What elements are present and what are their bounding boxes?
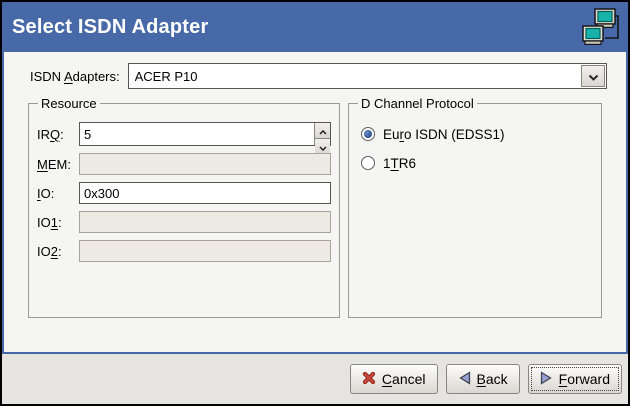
page-title: Select ISDN Adapter (12, 16, 580, 39)
back-computer (595, 9, 615, 27)
cancel-button-label: Cancel (382, 371, 426, 387)
adapter-row: ISDN Adapters: (30, 63, 607, 89)
chevron-up-icon (319, 123, 327, 138)
io1-label: IO1: (37, 215, 79, 230)
red-x-icon (362, 371, 376, 388)
radio-selected-icon (361, 127, 375, 141)
io1-row: IO1: (37, 211, 331, 233)
radio-euro-isdn-label: Euro ISDN (EDSS1) (383, 127, 505, 142)
dialog-content: ISDN Adapters: Resource IRQ: (2, 52, 628, 354)
chevron-down-icon (588, 69, 599, 84)
mem-input (79, 153, 331, 175)
isdn-adapter-value[interactable] (129, 64, 580, 88)
mem-row: MEM: (37, 153, 331, 175)
irq-spin-up-button[interactable] (315, 123, 330, 139)
front-computer (583, 26, 603, 44)
mem-label: MEM: (37, 157, 79, 172)
resource-fieldset: Resource IRQ: MEM: I (28, 96, 340, 318)
isdn-adapter-combobox[interactable] (128, 63, 607, 89)
right-arrow-icon (540, 371, 553, 388)
left-arrow-icon (458, 371, 471, 388)
forward-button-label: Forward (559, 371, 610, 387)
radio-unselected-icon (361, 156, 375, 170)
cancel-button[interactable]: Cancel (350, 364, 438, 394)
irq-row: IRQ: (37, 122, 331, 146)
irq-spin-buttons (314, 123, 330, 145)
radio-euro-isdn[interactable]: Euro ISDN (EDSS1) (361, 124, 593, 144)
irq-label: IRQ: (37, 127, 79, 142)
back-button-label: Back (477, 371, 508, 387)
chevron-down-icon (319, 139, 327, 154)
d-channel-protocol-fieldset: D Channel Protocol Euro ISDN (EDSS1) 1TR… (348, 96, 602, 318)
radio-1tr6-label: 1TR6 (383, 156, 416, 171)
fieldset-columns: Resource IRQ: MEM: I (28, 96, 602, 318)
combobox-dropdown-button[interactable] (581, 65, 605, 87)
io2-row: IO2: (37, 240, 331, 262)
resource-legend: Resource (38, 96, 100, 111)
io2-input (79, 240, 331, 262)
radio-1tr6[interactable]: 1TR6 (361, 153, 593, 173)
select-isdn-adapter-dialog: Select ISDN Adapter ISDN Adapters: (0, 0, 630, 406)
io-row: IO: (37, 182, 331, 204)
io1-input (79, 211, 331, 233)
irq-spin-down-button[interactable] (315, 139, 330, 154)
irq-spinner[interactable] (79, 122, 331, 146)
network-computers-icon (580, 6, 622, 48)
isdn-adapters-label: ISDN Adapters: (30, 69, 120, 84)
back-button[interactable]: Back (446, 364, 520, 394)
forward-button[interactable]: Forward (528, 364, 622, 394)
io2-label: IO2: (37, 244, 79, 259)
io-label: IO: (37, 186, 79, 201)
irq-input[interactable] (80, 123, 314, 145)
d-channel-protocol-legend: D Channel Protocol (358, 96, 477, 111)
titlebar: Select ISDN Adapter (2, 2, 628, 52)
dialog-button-bar: Cancel Back Forward (2, 354, 628, 404)
io-input[interactable] (79, 182, 331, 204)
